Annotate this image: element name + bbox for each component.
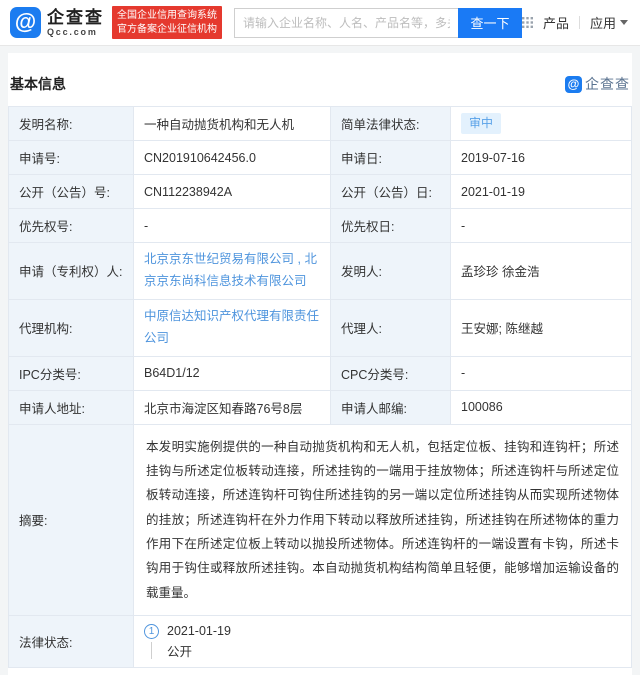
- top-nav: 产品 应用: [522, 13, 628, 32]
- table-row: 摘要: 本发明实施例提供的一种自动抛货机构和无人机，包括定位板、挂钩和连钩杆；所…: [9, 424, 632, 616]
- nav-item-app[interactable]: 应用: [590, 13, 628, 32]
- basic-info-card: 基本信息 @ 企查查 发明名称: 一种自动抛货机构和无人机 简单法律状态: 审中…: [8, 53, 632, 675]
- value-publication-number: CN112238942A: [134, 175, 331, 209]
- logo-domain: Qcc.com: [47, 28, 104, 37]
- table-row: 代理机构: 中原信达知识产权代理有限责任公司 代理人: 王安娜; 陈继越: [9, 299, 632, 356]
- nav-divider: [579, 16, 580, 29]
- label-inventor: 发明人:: [331, 243, 451, 300]
- value-inventor: 孟珍珍 徐金浩: [451, 243, 632, 300]
- search-bar: 查一下: [234, 8, 522, 38]
- patent-info-table: 发明名称: 一种自动抛货机构和无人机 简单法律状态: 审中 申请号: CN201…: [8, 106, 632, 668]
- table-row: 申请（专利权）人: 北京京东世纪贸易有限公司 , 北京京东尚科信息技术有限公司 …: [9, 243, 632, 300]
- value-application-date: 2019-07-16: [451, 141, 632, 175]
- value-legal-status: 1 2021-01-19 公开: [134, 616, 632, 668]
- value-applicant-address: 北京市海淀区知春路76号8层: [134, 390, 331, 424]
- label-applicant: 申请（专利权）人:: [9, 243, 134, 300]
- label-applicant-address: 申请人地址:: [9, 390, 134, 424]
- qcc-logo-glyph: @: [15, 11, 36, 33]
- table-row: 法律状态: 1 2021-01-19 公开: [9, 616, 632, 668]
- label-priority-number: 优先权号:: [9, 209, 134, 243]
- label-application-date: 申请日:: [331, 141, 451, 175]
- label-priority-date: 优先权日:: [331, 209, 451, 243]
- top-header: @ 企查查 Qcc.com 全国企业信用查询系统 官方备案企业征信机构 查一下 …: [0, 0, 640, 46]
- value-invention-name: 一种自动抛货机构和无人机: [134, 107, 331, 141]
- watermark-logo-icon: @: [565, 76, 582, 93]
- table-row: 发明名称: 一种自动抛货机构和无人机 简单法律状态: 审中: [9, 107, 632, 141]
- watermark-text: 企查查: [585, 74, 630, 94]
- value-priority-number: -: [134, 209, 331, 243]
- value-publication-date: 2021-01-19: [451, 175, 632, 209]
- label-application-number: 申请号:: [9, 141, 134, 175]
- label-agency: 代理机构:: [9, 299, 134, 356]
- slogan-line-2: 官方备案企业征信机构: [117, 23, 217, 37]
- table-row: 申请号: CN201910642456.0 申请日: 2019-07-16: [9, 141, 632, 175]
- status-badge: 审中: [461, 113, 501, 134]
- table-row: 优先权号: - 优先权日: -: [9, 209, 632, 243]
- label-cpc: CPC分类号:: [331, 356, 451, 390]
- value-ipc: B64D1/12: [134, 356, 331, 390]
- logo-text[interactable]: 企查查 Qcc.com: [47, 9, 104, 37]
- value-priority-date: -: [451, 209, 632, 243]
- label-applicant-zip: 申请人邮编:: [331, 390, 451, 424]
- label-publication-date: 公开（公告）日:: [331, 175, 451, 209]
- nav-item-product[interactable]: 产品: [543, 13, 569, 32]
- legal-status-date: 2021-01-19: [167, 624, 231, 638]
- search-button[interactable]: 查一下: [458, 8, 522, 38]
- search-input[interactable]: [234, 8, 458, 38]
- slogan-line-1: 全国企业信用查询系统: [117, 9, 217, 23]
- value-simple-legal-status: 审中: [451, 107, 632, 141]
- value-applicant-zip: 100086: [451, 390, 632, 424]
- table-row: IPC分类号: B64D1/12 CPC分类号: -: [9, 356, 632, 390]
- table-row: 申请人地址: 北京市海淀区知春路76号8层 申请人邮编: 100086: [9, 390, 632, 424]
- label-publication-number: 公开（公告）号:: [9, 175, 134, 209]
- value-agent: 王安娜; 陈继越: [451, 299, 632, 356]
- timeline-connector: [151, 642, 152, 659]
- applicant-separator: ,: [294, 252, 304, 266]
- legal-status-detail: 公开: [144, 641, 621, 660]
- logo-name: 企查查: [47, 9, 104, 26]
- value-application-number: CN201910642456.0: [134, 141, 331, 175]
- timeline-index-badge: 1: [144, 624, 159, 639]
- page-title: 基本信息: [10, 74, 66, 94]
- card-head: 基本信息 @ 企查查: [8, 53, 632, 106]
- label-abstract: 摘要:: [9, 424, 134, 616]
- label-simple-legal-status: 简单法律状态:: [331, 107, 451, 141]
- watermark: @ 企查查: [565, 74, 630, 94]
- nav-app-label: 应用: [590, 13, 616, 32]
- value-abstract: 本发明实施例提供的一种自动抛货机构和无人机，包括定位板、挂钩和连钩杆；所述挂钩与…: [134, 424, 632, 616]
- applicant-link-1[interactable]: 北京京东世纪贸易有限公司: [144, 252, 294, 266]
- legal-status-entry: 1 2021-01-19: [144, 624, 621, 639]
- watermark-glyph: @: [568, 78, 580, 90]
- value-applicant: 北京京东世纪贸易有限公司 , 北京京东尚科信息技术有限公司: [134, 243, 331, 300]
- nav-product-label: 产品: [543, 13, 569, 32]
- value-cpc: -: [451, 356, 632, 390]
- label-legal-status: 法律状态:: [9, 616, 134, 668]
- legal-status-text: 公开: [167, 641, 192, 660]
- table-row: 公开（公告）号: CN112238942A 公开（公告）日: 2021-01-1…: [9, 175, 632, 209]
- qcc-logo-icon[interactable]: @: [10, 7, 41, 38]
- label-agent: 代理人:: [331, 299, 451, 356]
- caret-down-icon: [620, 20, 628, 25]
- label-invention-name: 发明名称:: [9, 107, 134, 141]
- label-ipc: IPC分类号:: [9, 356, 134, 390]
- value-agency: 中原信达知识产权代理有限责任公司: [134, 299, 331, 356]
- grid-menu-icon[interactable]: [522, 17, 533, 28]
- agency-link[interactable]: 中原信达知识产权代理有限责任公司: [144, 309, 319, 345]
- slogan-badge: 全国企业信用查询系统 官方备案企业征信机构: [112, 6, 222, 39]
